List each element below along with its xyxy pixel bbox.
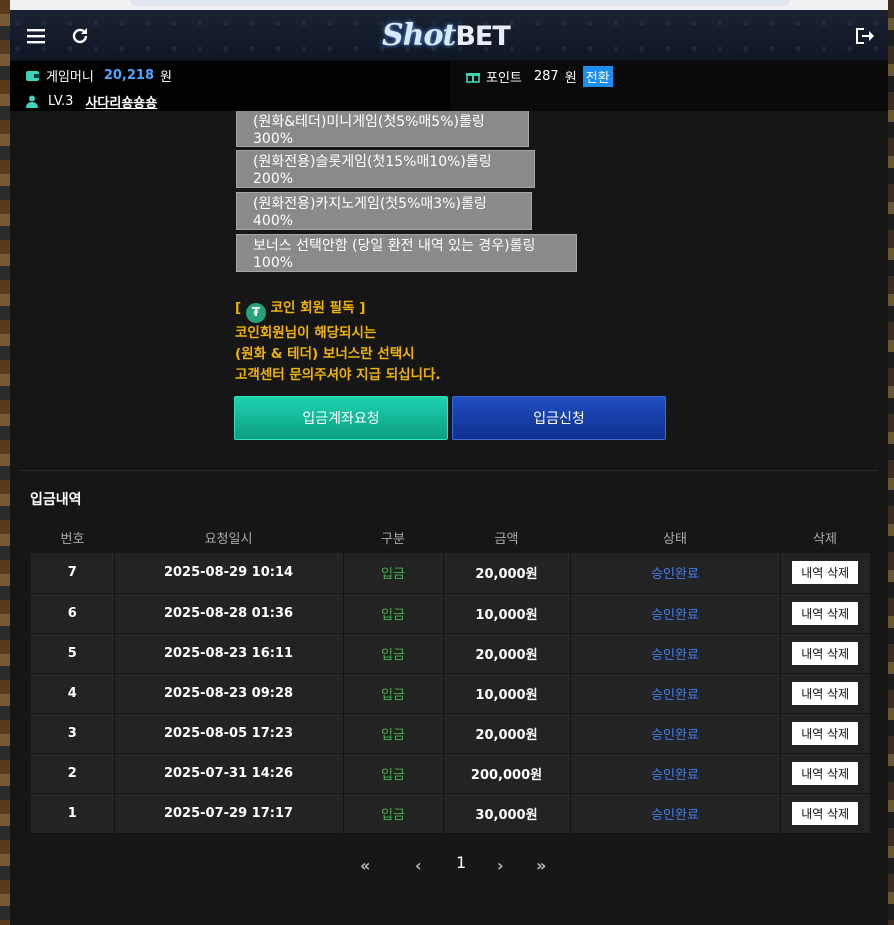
notice-line-4: 고객센터 문의주셔야 지급 되십니다. xyxy=(235,366,441,383)
apply-deposit-button[interactable]: 입금신청 xyxy=(452,396,666,440)
background-left-strip xyxy=(0,0,10,925)
bonus-option-1[interactable]: (원화&테더)미니게임(첫5%매5%)롤링300% xyxy=(236,111,529,147)
section-divider xyxy=(20,470,878,471)
delete-history-button[interactable]: 내역 삭제 xyxy=(792,681,859,705)
wallet-icon xyxy=(26,70,40,81)
bonus-option-3[interactable]: (원화전용)카지노게임(첫5%매3%)롤링400% xyxy=(236,192,532,230)
game-money-value: 20,218 xyxy=(103,68,155,83)
convert-button[interactable]: 전환 xyxy=(582,66,613,87)
browser-top-strip xyxy=(10,0,888,10)
game-money-label: 게임머니 xyxy=(46,70,94,85)
table-row: 3 2025-08-05 17:23 입금 20,000원 승인완료 내역 삭제 xyxy=(31,713,870,754)
bonus-option-2[interactable]: (원화전용)슬롯게임(첫15%매10%)롤링200% xyxy=(236,150,535,188)
coin-member-notice: [ ₮ 코인 회원 필독 ] 코인회원님이 해당되시는 (원화 & 테더) 보너… xyxy=(235,298,441,386)
delete-history-button[interactable]: 내역 삭제 xyxy=(792,561,859,585)
game-money-row: 게임머니 20,218 원 xyxy=(26,66,172,85)
point-row: 포인트 287 원 전환 xyxy=(466,66,613,87)
menu-icon[interactable] xyxy=(24,24,48,48)
point-unit: 원 xyxy=(564,71,577,86)
delete-history-button[interactable]: 내역 삭제 xyxy=(792,801,859,825)
table-row: 2 2025-07-31 14:26 입금 200,000원 승인완료 내역 삭제 xyxy=(31,753,870,794)
logo-shot: Shot xyxy=(382,18,456,53)
delete-history-button[interactable]: 내역 삭제 xyxy=(792,601,859,625)
col-status: 상태 xyxy=(663,531,687,547)
table-row: 1 2025-07-29 17:17 입금 30,000원 승인완료 내역 삭제 xyxy=(31,793,870,834)
prev-page-icon[interactable]: ‹ xyxy=(415,856,422,875)
table-row: 7 2025-08-29 10:14 입금 20,000원 승인완료 내역 삭제 xyxy=(31,553,870,594)
delete-history-button[interactable]: 내역 삭제 xyxy=(792,721,859,745)
col-amount: 금액 xyxy=(494,531,519,547)
notice-line-3: (원화 & 테더) 보너스란 선택시 xyxy=(235,345,415,362)
tether-icon: ₮ xyxy=(245,302,266,323)
background-right-strip xyxy=(888,0,894,925)
delete-history-button[interactable]: 내역 삭제 xyxy=(792,641,859,665)
deposit-window: ShotBET 게임머니 20,218 원 포인트 287 원 전환 LV.3 … xyxy=(10,10,888,925)
notice-heading: 코인 회원 필독 ] xyxy=(270,300,366,316)
game-money-unit: 원 xyxy=(160,70,172,85)
logout-icon[interactable] xyxy=(852,24,876,48)
user-info-bar: 게임머니 20,218 원 포인트 287 원 전환 LV.3 사다리숑숑숑 xyxy=(10,61,888,111)
col-date: 요청일시 xyxy=(204,531,253,547)
point-label: 포인트 xyxy=(486,71,522,86)
level-row: LV.3 사다리숑숑숑 xyxy=(26,92,157,111)
nickname-link[interactable]: 사다리숑숑숑 xyxy=(85,92,157,111)
delete-history-button[interactable]: 내역 삭제 xyxy=(792,761,859,785)
last-page-icon[interactable]: » xyxy=(536,856,546,875)
deposit-history-table: 번호 요청일시 구분 금액 상태 삭제 7 2025-08-29 10:14 입금… xyxy=(31,521,870,834)
gift-icon xyxy=(466,73,480,83)
col-type: 구분 xyxy=(381,531,405,547)
col-delete: 삭제 xyxy=(813,531,837,547)
table-row: 6 2025-08-28 01:36 입금 10,000원 승인완료 내역 삭제 xyxy=(31,593,870,634)
level-label: LV.3 xyxy=(48,94,74,109)
page-current[interactable]: 1 xyxy=(456,853,466,872)
table-header: 번호 요청일시 구분 금액 상태 삭제 xyxy=(31,521,870,553)
header-bar: ShotBET xyxy=(10,10,888,61)
request-account-button[interactable]: 입금계좌요청 xyxy=(234,396,448,440)
brand-logo[interactable]: ShotBET xyxy=(382,18,511,53)
refresh-icon[interactable] xyxy=(68,24,92,48)
table-row: 4 2025-08-23 09:28 입금 10,000원 승인완료 내역 삭제 xyxy=(31,673,870,714)
point-value: 287 xyxy=(533,69,559,84)
deposit-content: (원화&테더)미니게임(첫5%매5%)롤링300% (원화전용)슬롯게임(첫15… xyxy=(20,111,878,925)
table-row: 5 2025-08-23 16:11 입금 20,000원 승인완료 내역 삭제 xyxy=(31,633,870,674)
logo-bet: BET xyxy=(455,21,510,52)
first-page-icon[interactable]: « xyxy=(360,856,370,875)
notice-line-2: 코인회원님이 해당되시는 xyxy=(235,324,377,341)
bonus-option-none[interactable]: 보너스 선택안함 (당일 환전 내역 있는 경우)롤링100% xyxy=(236,234,577,272)
col-no: 번호 xyxy=(60,531,85,547)
next-page-icon[interactable]: › xyxy=(497,856,504,875)
user-icon xyxy=(26,95,38,108)
history-title: 입금내역 xyxy=(30,492,82,508)
